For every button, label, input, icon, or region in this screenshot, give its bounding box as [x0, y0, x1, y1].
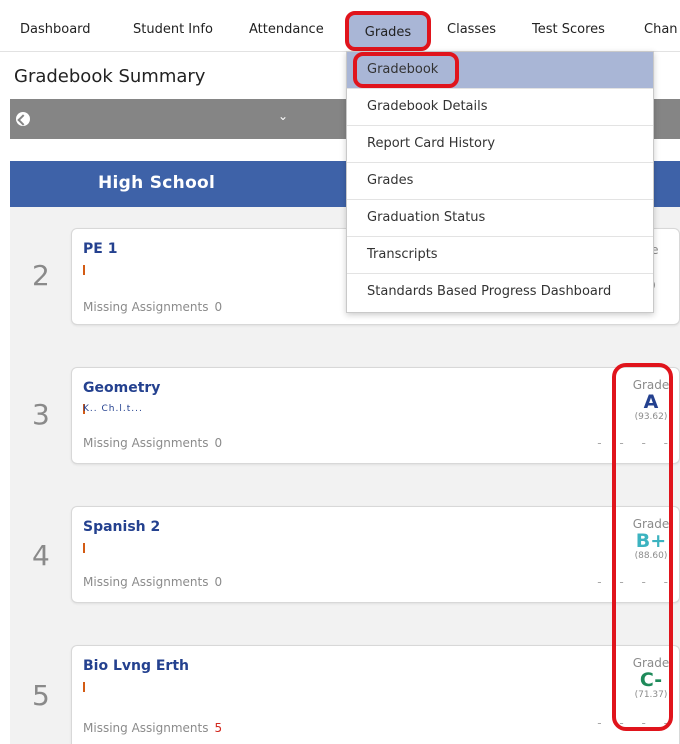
menu-item-graduation-status[interactable]: Graduation Status	[347, 200, 653, 237]
chevron-down-icon[interactable]: ⌄	[278, 109, 288, 123]
period-number: 5	[32, 679, 50, 712]
missing-label: Missing Assignments	[83, 436, 209, 450]
nav-attendance[interactable]: Attendance	[249, 22, 324, 37]
menu-item-grades[interactable]: Grades	[347, 163, 653, 200]
menu-item-gradebook-details[interactable]: Gradebook Details	[347, 89, 653, 126]
page-title: Gradebook Summary	[14, 66, 206, 87]
course-card-geometry[interactable]: Geometry K.. Ch.l.t... Missing Assignmen…	[71, 367, 680, 464]
course-name[interactable]: Spanish 2	[83, 519, 160, 535]
missing-count: 0	[214, 436, 223, 450]
nav-dashboard[interactable]: Dashboard	[20, 22, 91, 37]
nav-classes[interactable]: Classes	[447, 22, 496, 37]
gradebook-highlight-annotation	[353, 52, 459, 88]
missing-assignments: Missing Assignments 0	[83, 300, 222, 314]
back-arrow-icon[interactable]	[16, 112, 30, 126]
period-number: 4	[32, 539, 50, 572]
teacher-name-redacted	[83, 263, 219, 281]
nav-grades[interactable]: Grades	[345, 11, 431, 51]
menu-item-standards-based-progress[interactable]: Standards Based Progress Dashboard	[347, 274, 653, 311]
missing-assignments: Missing Assignments 5	[83, 721, 222, 735]
school-name: High School	[98, 173, 216, 193]
missing-label: Missing Assignments	[83, 721, 209, 735]
menu-item-report-card-history[interactable]: Report Card History	[347, 126, 653, 163]
missing-assignments: Missing Assignments 0	[83, 436, 222, 450]
course-card-bio-lvng-erth[interactable]: Bio Lvng Erth Missing Assignments 5 - - -…	[71, 645, 680, 744]
missing-count: 5	[214, 721, 223, 735]
nav-grades-label: Grades	[364, 25, 412, 40]
nav-chan[interactable]: Chan	[644, 22, 678, 37]
nav-test-scores[interactable]: Test Scores	[532, 22, 605, 37]
top-nav: Dashboard Student Info Attendance Classe…	[0, 10, 680, 52]
missing-count: 0	[214, 300, 223, 314]
teacher-name-redacted	[83, 680, 219, 698]
period-number: 3	[32, 398, 50, 431]
course-name[interactable]: Bio Lvng Erth	[83, 658, 189, 674]
menu-item-transcripts[interactable]: Transcripts	[347, 237, 653, 274]
missing-label: Missing Assignments	[83, 575, 209, 589]
period-number: 2	[32, 259, 50, 292]
teacher-name-redacted	[83, 541, 219, 559]
nav-student-info[interactable]: Student Info	[133, 22, 213, 37]
missing-count: 0	[214, 575, 223, 589]
course-card-spanish2[interactable]: Spanish 2 Missing Assignments 0 - - - - G…	[71, 506, 680, 603]
course-name[interactable]: Geometry	[83, 380, 160, 396]
teacher-name-obscured: K.. Ch.l.t...	[83, 404, 143, 414]
missing-label: Missing Assignments	[83, 300, 209, 314]
course-name[interactable]: PE 1	[83, 241, 117, 257]
missing-assignments: Missing Assignments 0	[83, 575, 222, 589]
grade-highlight-annotation	[612, 363, 673, 731]
grades-dropdown-menu: Gradebook Gradebook Details Report Card …	[346, 51, 654, 313]
